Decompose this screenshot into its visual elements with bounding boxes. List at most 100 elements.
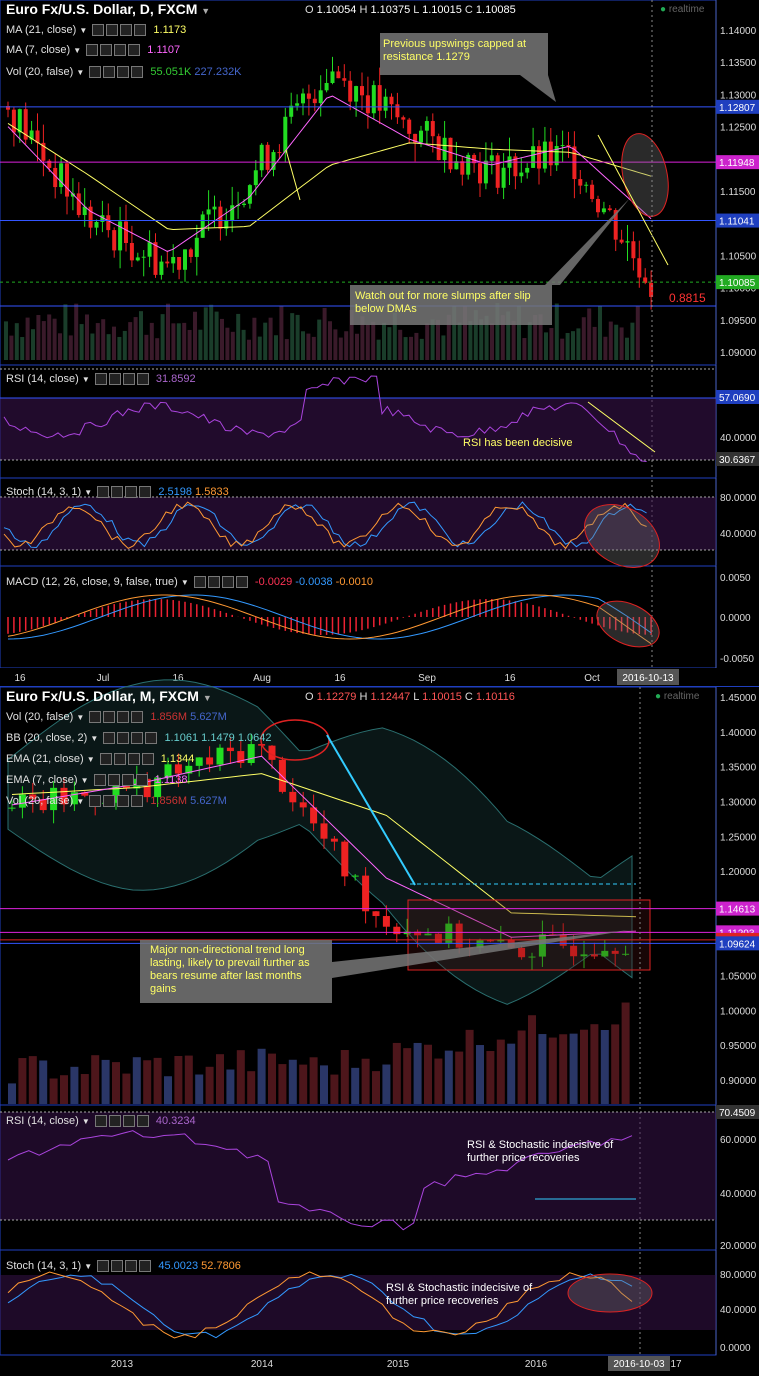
top-candle <box>590 184 595 199</box>
top-volume-bar <box>581 317 586 360</box>
plus-icon <box>221 576 234 589</box>
top-candle <box>17 109 22 133</box>
bottom-legend-ema21[interactable]: EMA (21, close) ▼ 1.1344 <box>6 753 194 766</box>
chevron-down-icon[interactable]: ▼ <box>203 693 212 703</box>
bottom-legend-vol2[interactable]: Vol (20, false) ▼ 1.856M 5.627M <box>6 795 227 808</box>
top-candle <box>601 208 606 213</box>
top-volume-bar <box>565 333 570 360</box>
bottom-price-tick: 1.00000 <box>720 1006 757 1017</box>
bottom-volume-bar <box>590 1024 599 1104</box>
top-volume-bar <box>209 304 214 360</box>
bottom-volume-bar <box>91 1055 100 1104</box>
bottom-legend-bb[interactable]: BB (20, close, 2) ▼ 1.1061 1.1479 1.0642 <box>6 732 272 745</box>
top-volume-bar <box>549 328 554 360</box>
bottom-legend-vol[interactable]: Vol (20, false) ▼ 1.856M 5.627M <box>6 711 227 724</box>
bottom-rsi-legend[interactable]: RSI (14, close) ▼ 40.3234 <box>6 1115 196 1128</box>
top-legend-vol[interactable]: Vol (20, false) ▼ 55.051K 227.232K <box>6 66 242 79</box>
top-candle <box>495 155 500 188</box>
top-legend-ma21[interactable]: MA (21, close) ▼ 1.1173 <box>6 24 186 37</box>
top-x-label: 16 <box>334 673 346 684</box>
bottom-volume-bar <box>559 1034 568 1104</box>
top-volume-bar <box>160 314 165 360</box>
bottom-price-tick: 0.90000 <box>720 1076 757 1087</box>
bottom-stoch-tick: 0.0000 <box>720 1343 751 1354</box>
bottom-volume-bar <box>486 1051 495 1104</box>
top-price-tag-label: 1.11041 <box>719 217 755 228</box>
top-chart-title[interactable]: Euro Fx/U.S. Dollar, D, FXCM ▼ <box>6 1 210 17</box>
eye-icon <box>94 373 107 386</box>
bottom-x-tag-label: 2016-10-03 <box>613 1359 665 1370</box>
top-x-tag-label: 2016-10-13 <box>622 673 674 684</box>
top-volume-bar <box>592 326 597 360</box>
gear-icon <box>108 373 121 386</box>
top-volume-bar <box>225 327 230 360</box>
bottom-volume-bar <box>257 1048 266 1104</box>
top-candle <box>76 193 81 216</box>
top-stoch-legend[interactable]: Stoch (14, 3, 1) ▼ 2.5198 1.5833 <box>6 486 229 499</box>
top-x-label: 16 <box>504 673 516 684</box>
bottom-volume-bar <box>184 1055 193 1104</box>
bottom-stoch-note: RSI & Stochastic indecisive of further p… <box>386 1282 533 1307</box>
top-volume-bar <box>139 311 143 360</box>
top-price-tag-label: 1.10085 <box>719 278 756 289</box>
bottom-volume-bar <box>392 1042 401 1104</box>
bottom-realtime-indicator: ● realtime <box>655 691 700 702</box>
top-volume-bar <box>171 323 176 360</box>
bottom-volume-bar <box>18 1058 27 1104</box>
top-candle <box>525 167 530 173</box>
top-volume-bar <box>387 327 392 360</box>
top-volume-bar <box>608 321 613 360</box>
bottom-volume-bar <box>70 1066 79 1104</box>
bottom-volume-bar <box>80 1074 89 1104</box>
top-candle <box>519 172 524 177</box>
bottom-volume-bar <box>299 1064 308 1104</box>
top-candle <box>242 203 246 205</box>
top-candle <box>206 209 211 215</box>
bottom-volume-bar <box>320 1065 328 1104</box>
top-volume-bar <box>193 311 197 360</box>
top-volume-bar <box>252 317 257 360</box>
chevron-down-icon[interactable]: ▼ <box>201 6 210 16</box>
gear-icon <box>111 486 124 499</box>
top-candle <box>478 163 482 184</box>
top-low: 1.10015 <box>422 4 462 16</box>
bottom-volume-bar <box>309 1057 318 1104</box>
bottom-volume-bar <box>424 1044 432 1104</box>
top-volume-bar <box>544 332 548 360</box>
top-macd-tick: 0.0050 <box>720 573 751 584</box>
top-rsi-band <box>0 398 716 460</box>
top-price-tick: 1.14000 <box>720 26 757 37</box>
top-stoch-tick: 40.0000 <box>720 529 757 540</box>
chart-canvas[interactable]: 1.140001.135001.130001.125001.120001.115… <box>0 0 759 1371</box>
top-volume-bar <box>128 322 133 360</box>
top-rsi-tick: 40.0000 <box>720 433 757 444</box>
top-volume-bar <box>409 336 413 360</box>
top-x-label: Oct <box>584 673 600 684</box>
bottom-candle <box>330 838 338 842</box>
bottom-volume-bar <box>361 1058 370 1104</box>
top-candle <box>401 117 406 120</box>
bottom-price-tick: 1.20000 <box>720 867 757 878</box>
top-ohlc: O 1.10054 H 1.10375 L 1.10015 C 1.10085 <box>305 4 516 16</box>
top-legend-ma7[interactable]: MA (7, close) ▼ 1.1107 <box>6 44 180 57</box>
top-rsi-legend[interactable]: RSI (14, close) ▼ 31.8592 <box>6 373 196 386</box>
bottom-legend-ema7[interactable]: EMA (7, close) ▼ 1.1138 <box>6 774 187 787</box>
eye-icon <box>193 576 206 589</box>
top-candle <box>312 98 317 104</box>
top-volume-bar <box>263 322 268 360</box>
bottom-stoch-legend[interactable]: Stoch (14, 3, 1) ▼ 45.0023 52.7806 <box>6 1260 241 1273</box>
bottom-x-label: 2014 <box>251 1359 274 1370</box>
top-volume-bar <box>571 331 575 360</box>
bottom-volume-bar <box>455 1051 464 1104</box>
top-volume-bar <box>479 319 484 360</box>
bottom-chart-title[interactable]: Euro Fx/U.S. Dollar, M, FXCM ▼ <box>6 688 212 704</box>
top-stoch-tick: 80.0000 <box>720 493 757 504</box>
top-candle <box>330 71 335 84</box>
top-price-tag-label: 1.12807 <box>719 103 756 114</box>
top-candle <box>171 257 176 264</box>
top-volume-bar <box>322 307 327 360</box>
top-macd-legend[interactable]: MACD (12, 26, close, 9, false, true) ▼ -… <box>6 576 373 589</box>
top-volume-bar <box>619 327 624 360</box>
top-volume-bar <box>36 315 41 360</box>
chart-stage: 1.140001.135001.130001.125001.120001.115… <box>0 0 759 1371</box>
